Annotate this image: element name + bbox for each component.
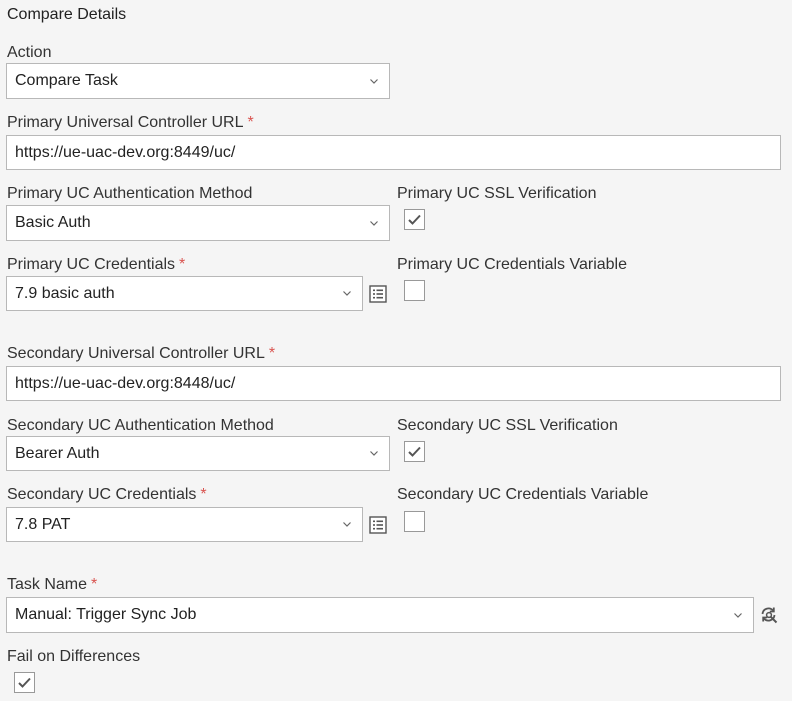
fail-on-diff-label: Fail on Differences — [7, 648, 141, 665]
list-icon[interactable] — [367, 283, 389, 305]
chevron-down-icon — [340, 287, 354, 301]
primary-auth-select[interactable]: Basic Auth — [6, 205, 390, 241]
primary-cred-select[interactable]: 7.9 basic auth — [6, 276, 363, 311]
task-name-label: Task Name * — [7, 576, 98, 593]
primary-cred-label: Primary UC Credentials * — [7, 256, 186, 273]
task-name-select[interactable]: Manual: Trigger Sync Job — [6, 597, 754, 633]
primary-url-label: Primary Universal Controller URL * — [7, 114, 254, 131]
refresh-search-icon[interactable] — [758, 604, 780, 626]
secondary-cred-var-label: Secondary UC Credentials Variable — [397, 486, 649, 503]
required-marker: * — [179, 256, 186, 273]
fail-on-diff-checkbox[interactable] — [14, 672, 35, 693]
secondary-url-label: Secondary Universal Controller URL * — [7, 345, 276, 362]
secondary-cred-var-checkbox[interactable] — [404, 511, 425, 532]
secondary-auth-select[interactable]: Bearer Auth — [6, 436, 390, 471]
action-select-value: Compare Task — [15, 72, 118, 89]
secondary-ssl-label: Secondary UC SSL Verification — [397, 417, 618, 434]
chevron-down-icon — [367, 74, 381, 88]
primary-ssl-label: Primary UC SSL Verification — [397, 185, 597, 202]
list-icon[interactable] — [367, 514, 389, 536]
chevron-down-icon — [367, 216, 381, 230]
action-select[interactable]: Compare Task — [6, 63, 390, 99]
primary-cred-var-label: Primary UC Credentials Variable — [397, 256, 627, 273]
secondary-url-input[interactable]: https://ue-uac-dev.org:8448/uc/ — [6, 366, 781, 401]
required-marker: * — [200, 486, 207, 503]
required-marker: * — [268, 345, 276, 362]
chevron-down-icon — [731, 608, 745, 622]
primary-ssl-checkbox[interactable] — [404, 209, 425, 230]
chevron-down-icon — [340, 518, 354, 532]
action-label: Action — [7, 44, 52, 61]
primary-auth-label: Primary UC Authentication Method — [7, 185, 253, 202]
secondary-ssl-checkbox[interactable] — [404, 441, 425, 462]
secondary-cred-label: Secondary UC Credentials * — [7, 486, 207, 503]
checkmark-icon — [408, 214, 421, 225]
secondary-cred-select[interactable]: 7.8 PAT — [6, 507, 363, 542]
chevron-down-icon — [367, 447, 381, 461]
required-marker: * — [91, 576, 98, 593]
primary-url-input[interactable]: https://ue-uac-dev.org:8449/uc/ — [6, 135, 781, 170]
checkmark-icon — [18, 677, 31, 688]
secondary-auth-label: Secondary UC Authentication Method — [7, 417, 274, 434]
section-title: Compare Details — [7, 6, 127, 23]
checkmark-icon — [408, 446, 421, 457]
primary-cred-var-checkbox[interactable] — [404, 280, 425, 301]
required-marker: * — [247, 114, 254, 131]
